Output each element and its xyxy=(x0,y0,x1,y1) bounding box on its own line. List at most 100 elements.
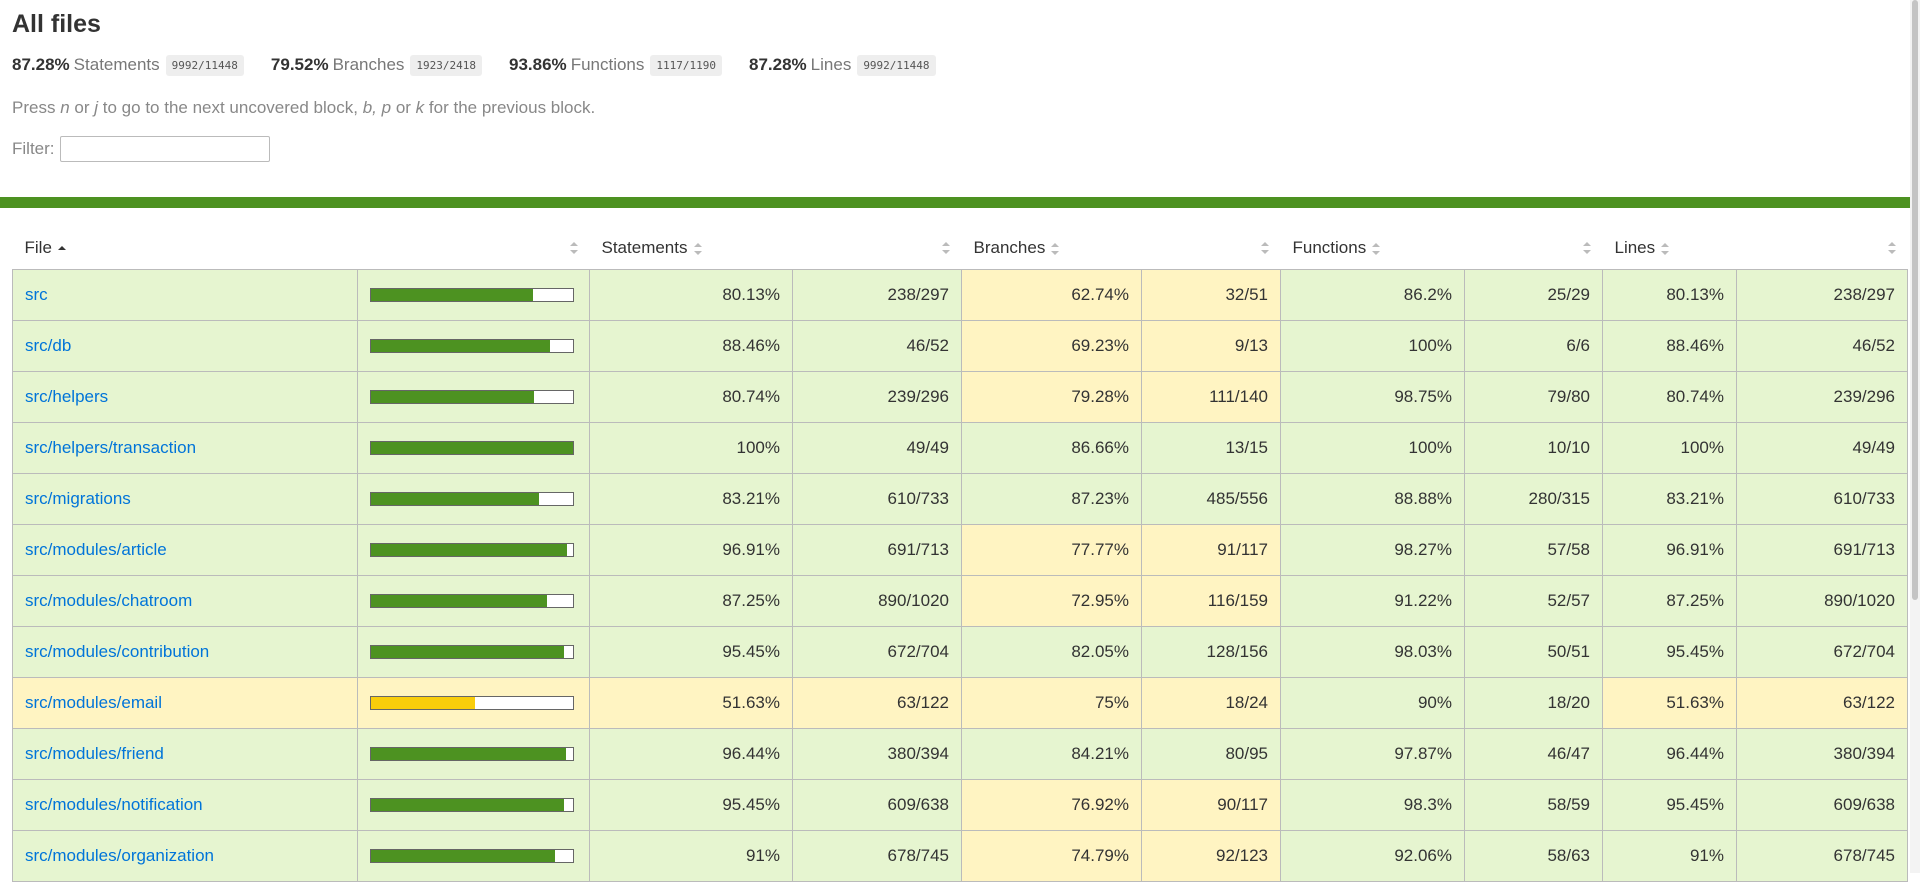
statements-fraction: 691/713 xyxy=(792,524,962,576)
coverage-bar-fill xyxy=(371,799,564,811)
lines-pct: 88.46% xyxy=(1602,320,1737,372)
table-row: src 80.13% 238/297 62.74% 32/51 86.2% 25/29 80.… xyxy=(12,269,1908,321)
file-link[interactable]: src/db xyxy=(25,336,71,355)
coverage-bar xyxy=(370,594,574,608)
file-cell: src/modules/organization xyxy=(12,830,358,882)
functions-pct: 98.27% xyxy=(1280,524,1465,576)
lines-pct: 83.21% xyxy=(1602,473,1737,525)
table-row: src/modules/notification 95.45% 609/638 76.… xyxy=(12,779,1908,831)
sort-icon xyxy=(693,242,702,255)
table-row: src/modules/chatroom 87.25% 890/1020 72.95%… xyxy=(12,575,1908,627)
coverage-bar-fill xyxy=(371,391,535,403)
coverage-bar xyxy=(370,696,574,710)
summary-statements-label: Statements xyxy=(73,55,160,74)
branches-fraction: 485/556 xyxy=(1141,473,1281,525)
file-cell: src/helpers xyxy=(12,371,358,423)
header-statements-raw[interactable] xyxy=(793,227,962,270)
branches-fraction: 116/159 xyxy=(1141,575,1281,627)
statements-fraction: 672/704 xyxy=(792,626,962,678)
coverage-bar-cell xyxy=(357,422,590,474)
table-row: src/db 88.46% 46/52 69.23% 9/13 100% 6/6 88.46%… xyxy=(12,320,1908,372)
header-branches-raw[interactable] xyxy=(1142,227,1281,270)
lines-pct: 87.25% xyxy=(1602,575,1737,627)
file-link[interactable]: src/modules/notification xyxy=(25,795,203,814)
table-header-row: File Statements Branches Functions Lines xyxy=(13,227,1908,270)
lines-pct: 91% xyxy=(1602,830,1737,882)
statements-pct: 80.13% xyxy=(589,269,793,321)
lines-fraction: 238/297 xyxy=(1736,269,1908,321)
functions-pct: 100% xyxy=(1280,422,1465,474)
header-functions[interactable]: Functions xyxy=(1281,227,1465,270)
lines-fraction: 63/122 xyxy=(1736,677,1908,729)
functions-fraction: 58/59 xyxy=(1464,779,1603,831)
statements-fraction: 238/297 xyxy=(792,269,962,321)
file-link[interactable]: src/modules/organization xyxy=(25,846,214,865)
help-text: to go to the next uncovered block, xyxy=(102,98,358,117)
coverage-bar-fill xyxy=(371,442,573,454)
coverage-summary: 87.28% Statements 9992/11448 79.52% Bran… xyxy=(12,47,1908,83)
keyboard-help-text: Press n or j to go to the next uncovered… xyxy=(12,98,1908,118)
header-file[interactable]: File xyxy=(13,227,358,270)
help-key-p: p xyxy=(381,98,392,117)
branches-pct: 76.92% xyxy=(961,779,1142,831)
branches-pct: 69.23% xyxy=(961,320,1142,372)
functions-pct: 97.87% xyxy=(1280,728,1465,780)
branches-fraction: 128/156 xyxy=(1141,626,1281,678)
summary-functions-fraction: 1117/1190 xyxy=(650,54,722,76)
table-row: src/modules/friend 96.44% 380/394 84.21% 80/… xyxy=(12,728,1908,780)
statements-fraction: 678/745 xyxy=(792,830,962,882)
summary-lines-label: Lines xyxy=(810,55,852,74)
sort-icon xyxy=(1372,242,1381,255)
file-link[interactable]: src/modules/article xyxy=(25,540,167,559)
header-lines[interactable]: Lines xyxy=(1603,227,1737,270)
summary-lines: 87.28% Lines 9992/11448 xyxy=(749,54,936,76)
coverage-status-line xyxy=(0,197,1920,208)
functions-pct: 92.06% xyxy=(1280,830,1465,882)
file-link[interactable]: src/helpers/transaction xyxy=(25,438,196,457)
lines-pct: 95.45% xyxy=(1602,626,1737,678)
functions-pct: 98.75% xyxy=(1280,371,1465,423)
header-branches-label: Branches xyxy=(973,238,1046,257)
table-row: src/migrations 83.21% 610/733 87.23% 485/556… xyxy=(12,473,1908,525)
file-link[interactable]: src/modules/friend xyxy=(25,744,164,763)
summary-functions-pct: 93.86% xyxy=(509,55,567,74)
help-key-n: n xyxy=(60,98,70,117)
file-cell: src/modules/friend xyxy=(12,728,358,780)
file-link[interactable]: src xyxy=(25,285,48,304)
file-link[interactable]: src/modules/contribution xyxy=(25,642,209,661)
header-bar[interactable] xyxy=(358,227,590,270)
coverage-bar xyxy=(370,441,574,455)
functions-fraction: 57/58 xyxy=(1464,524,1603,576)
coverage-bar-cell xyxy=(357,473,590,525)
file-link[interactable]: src/migrations xyxy=(25,489,131,508)
branches-pct: 77.77% xyxy=(961,524,1142,576)
coverage-bar-fill xyxy=(371,646,564,658)
coverage-bar xyxy=(370,645,574,659)
lines-fraction: 609/638 xyxy=(1736,779,1908,831)
coverage-bar-fill xyxy=(371,289,533,301)
help-text: for the previous block. xyxy=(428,98,596,117)
coverage-bar-cell xyxy=(357,524,590,576)
file-link[interactable]: src/modules/email xyxy=(25,693,162,712)
lines-fraction: 380/394 xyxy=(1736,728,1908,780)
statements-pct: 100% xyxy=(589,422,793,474)
functions-pct: 91.22% xyxy=(1280,575,1465,627)
file-link[interactable]: src/modules/chatroom xyxy=(25,591,192,610)
coverage-bar-cell xyxy=(357,269,590,321)
vertical-scrollbar[interactable] xyxy=(1910,0,1920,873)
summary-branches-fraction: 1923/2418 xyxy=(410,54,483,76)
scrollbar-thumb[interactable] xyxy=(1912,0,1918,600)
filter-input[interactable] xyxy=(59,136,270,162)
branches-pct: 74.79% xyxy=(961,830,1142,882)
coverage-bar-cell xyxy=(357,779,590,831)
header-functions-raw[interactable] xyxy=(1465,227,1603,270)
coverage-bar-cell xyxy=(357,728,590,780)
header-branches[interactable]: Branches xyxy=(962,227,1142,270)
sort-icon xyxy=(1051,242,1060,255)
header-lines-raw[interactable] xyxy=(1737,227,1908,270)
header-statements[interactable]: Statements xyxy=(590,227,793,270)
file-link[interactable]: src/helpers xyxy=(25,387,108,406)
table-row: src/modules/contribution 95.45% 672/704 82.… xyxy=(12,626,1908,678)
statements-pct: 87.25% xyxy=(589,575,793,627)
statements-fraction: 46/52 xyxy=(792,320,962,372)
